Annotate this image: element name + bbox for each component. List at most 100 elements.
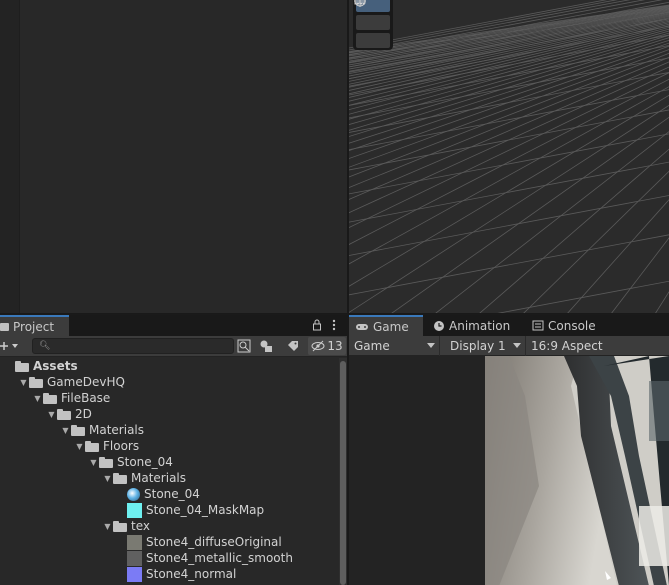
expand-arrow-icon[interactable]: ▼ — [88, 454, 99, 470]
folder-open-icon — [29, 376, 43, 388]
tree-folder-item[interactable]: ▼ GameDevHQ — [18, 374, 125, 390]
tree-folder-item[interactable]: Assets — [4, 358, 78, 374]
search-by-type-icon[interactable] — [236, 338, 252, 354]
grid-line — [349, 161, 669, 223]
folder-icon — [0, 322, 9, 331]
tree-item-label: 2D — [75, 407, 92, 421]
eye-hidden-icon — [311, 340, 325, 352]
scene-view[interactable] — [349, 0, 669, 313]
tab-project-label: Project — [13, 319, 55, 334]
tree-item-label: Materials — [131, 471, 187, 485]
display-mode-dropdown[interactable]: Game — [349, 336, 440, 356]
grid-line — [349, 234, 669, 296]
panel-edge-strip — [0, 0, 20, 313]
tree-item-label: Stone_04 — [117, 455, 173, 469]
scene-grid — [349, 0, 669, 313]
tab-animation[interactable]: Animation — [427, 315, 523, 336]
expand-arrow-icon[interactable]: ▼ — [102, 518, 113, 534]
scene-tool-palette — [353, 0, 393, 50]
tree-item-label: Stone4_metallic_smooth — [146, 551, 293, 565]
create-add-button[interactable] — [0, 338, 22, 354]
tree-item-label: Stone4_diffuseOriginal — [146, 535, 282, 549]
search-input[interactable]: 🔍︎ — [32, 338, 234, 354]
folder-open-icon — [113, 520, 127, 532]
game-viewport[interactable] — [349, 356, 669, 585]
rect-transform-icon[interactable] — [354, 0, 390, 30]
grid-line — [349, 72, 669, 133]
tree-item-label: Materials — [89, 423, 145, 437]
lock-icon[interactable] — [311, 318, 323, 332]
tree-folder-item[interactable]: ▼ Materials — [102, 470, 186, 486]
aspect-dropdown[interactable]: 16:9 Aspect — [526, 336, 669, 356]
grid-line — [349, 34, 669, 96]
aspect-value: 16:9 Aspect — [531, 339, 603, 353]
grid-line — [349, 109, 669, 171]
game-toolbar: Game Display 1 16:9 Aspect — [349, 336, 669, 356]
game-tabbar: Game Animation Console — [349, 315, 669, 336]
expand-arrow-icon[interactable]: ▼ — [18, 374, 29, 390]
texture-thumbnail-icon — [127, 566, 142, 582]
grid-line — [349, 133, 669, 195]
tree-folder-item[interactable]: ▼ Materials — [60, 422, 144, 438]
filter-by-label-icon[interactable] — [285, 338, 301, 354]
tree-folder-item[interactable]: ▼ Floors — [74, 438, 139, 454]
chevron-down-icon — [513, 343, 521, 348]
folder-open-icon — [85, 440, 99, 452]
tab-console-label: Console — [548, 318, 596, 333]
texture-thumbnail-icon — [127, 502, 142, 518]
folder-open-icon — [99, 456, 113, 468]
expand-arrow-icon[interactable]: ▼ — [102, 470, 113, 486]
hidden-packages-toggle[interactable]: 13 — [308, 337, 346, 355]
transform-gizmo-icon[interactable] — [354, 0, 390, 48]
project-tabbar: Project — [0, 315, 347, 336]
tree-asset-item[interactable]: Stone4_metallic_smooth — [116, 550, 293, 566]
folder-open-icon — [57, 408, 71, 420]
tree-item-label: FileBase — [61, 391, 111, 405]
console-icon — [532, 320, 544, 331]
gamepad-icon — [356, 323, 368, 330]
tree-asset-item[interactable]: Stone4_diffuseOriginal — [116, 534, 282, 550]
hidden-packages-count: 13 — [327, 339, 343, 353]
tree-folder-item[interactable]: ▼ 2D — [46, 406, 92, 422]
tree-asset-item[interactable]: Stone4_normal — [116, 566, 236, 582]
project-panel: Project 🔍︎ 13 Assets ▼ GameDevHQ ▼ FileB… — [0, 314, 347, 585]
scrollbar-thumb[interactable] — [340, 361, 346, 585]
expand-arrow-icon[interactable]: ▼ — [74, 438, 85, 454]
folder-open-icon — [113, 472, 127, 484]
tree-asset-item[interactable]: Stone_04 — [116, 486, 200, 502]
tab-animation-label: Animation — [449, 318, 511, 333]
folder-open-icon — [15, 360, 29, 372]
chevron-down-icon — [427, 343, 435, 348]
display-mode-value: Game — [354, 339, 390, 353]
project-scrollbar[interactable] — [339, 358, 347, 585]
tab-game[interactable]: Game — [349, 315, 423, 336]
tree-folder-item[interactable]: ▼ FileBase — [32, 390, 110, 406]
clock-icon — [434, 320, 444, 331]
folder-open-icon — [71, 424, 85, 436]
grid-line — [349, 89, 669, 151]
tree-folder-item[interactable]: ▼ Stone_04 — [88, 454, 173, 470]
tree-folder-item[interactable]: ▼ tex — [102, 518, 150, 534]
tab-game-label: Game — [373, 319, 409, 334]
texture-thumbnail-icon — [127, 550, 142, 566]
texture-thumbnail-icon — [127, 534, 142, 550]
hierarchy-panel — [0, 0, 347, 313]
tree-item-label: Floors — [103, 439, 140, 453]
expand-arrow-icon[interactable]: ▼ — [46, 406, 57, 422]
game-panel: Game Animation Console Game Display 1 16… — [349, 314, 669, 585]
project-tree: Assets ▼ GameDevHQ ▼ FileBase ▼ 2D ▼ Materials ▼ F… — [0, 358, 337, 585]
display-dropdown[interactable]: Display 1 — [445, 336, 526, 356]
tree-asset-item[interactable]: Stone_04_MaskMap — [116, 502, 264, 518]
more-options-icon[interactable] — [328, 318, 340, 332]
tree-item-label: tex — [131, 519, 150, 533]
tab-project[interactable]: Project — [0, 315, 69, 336]
expand-arrow-icon[interactable] — [4, 358, 15, 374]
expand-arrow-icon[interactable]: ▼ — [60, 422, 71, 438]
tab-console[interactable]: Console — [526, 315, 616, 336]
tree-item-label: Assets — [33, 359, 78, 373]
project-toolbar: 🔍︎ 13 — [0, 336, 347, 357]
expand-arrow-icon[interactable]: ▼ — [32, 390, 43, 406]
material-icon — [127, 487, 140, 501]
tree-item-label: Stone4_normal — [146, 567, 237, 581]
filter-by-type-icon[interactable] — [258, 338, 274, 354]
